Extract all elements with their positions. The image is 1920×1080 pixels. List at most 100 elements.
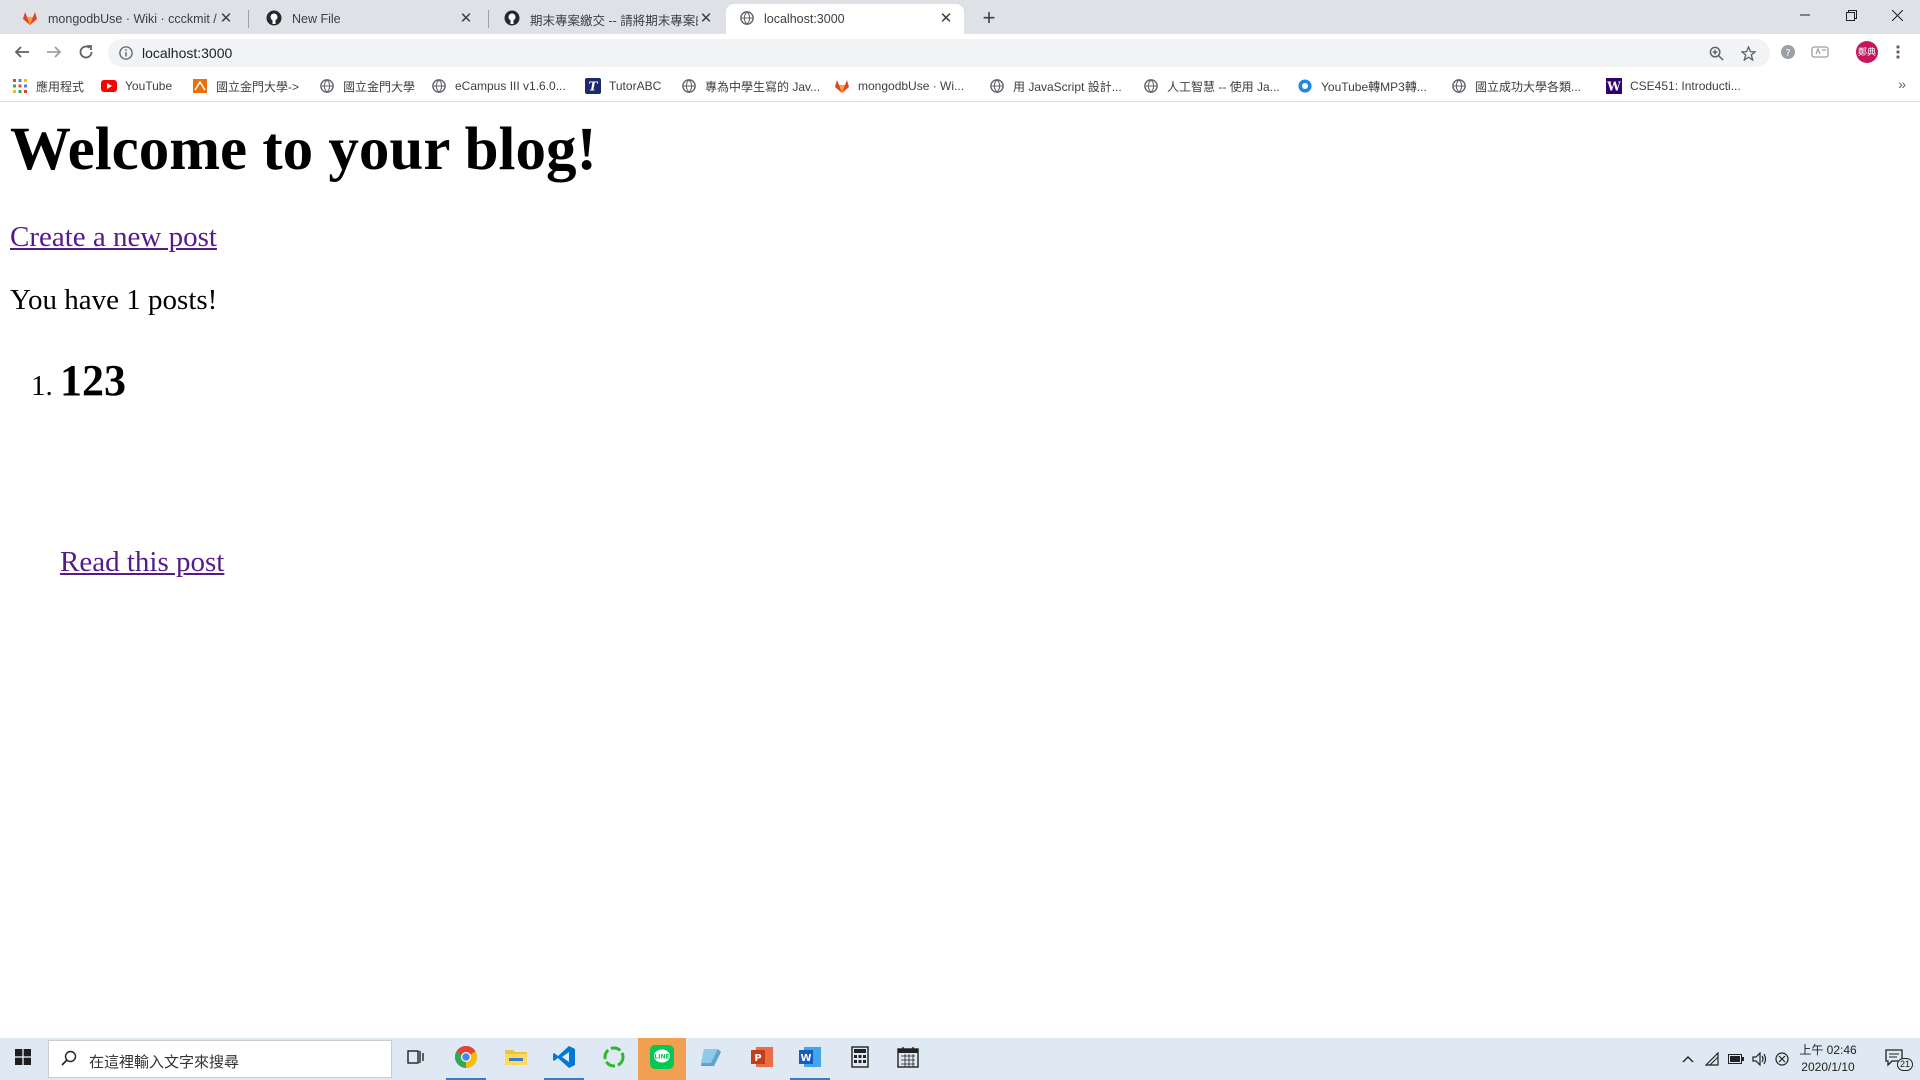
tab-new-file[interactable]: New File ✕ xyxy=(252,4,484,34)
taskbar-calculator[interactable] xyxy=(836,1038,884,1080)
bookmark-js-design[interactable]: 用 JavaScript 設計... xyxy=(989,76,1122,96)
system-clock[interactable]: 上午 02:46 2020/1/10 xyxy=(1792,1042,1864,1076)
globe-icon xyxy=(740,10,754,28)
bookmark-nqu-folder[interactable]: 國立金門大學-> xyxy=(192,76,299,96)
apps-icon xyxy=(12,78,28,94)
close-icon[interactable]: ✕ xyxy=(458,11,474,27)
calendar-icon xyxy=(897,1046,919,1073)
close-icon[interactable]: ✕ xyxy=(938,11,954,27)
reload-button[interactable] xyxy=(72,38,100,66)
menu-icon[interactable] xyxy=(1884,38,1912,66)
chrome-icon xyxy=(454,1045,478,1074)
post-number: 1. xyxy=(31,370,53,402)
volume-icon[interactable] xyxy=(1748,1038,1772,1080)
bookmark-youtube[interactable]: YouTube xyxy=(101,76,172,96)
youtube-icon xyxy=(101,78,117,94)
taskbar-line[interactable]: LINE xyxy=(638,1038,686,1080)
star-icon[interactable] xyxy=(1738,43,1758,63)
taskbar-calendar[interactable] xyxy=(884,1038,932,1080)
task-view-button[interactable] xyxy=(392,1038,440,1080)
taskbar-sync-app[interactable] xyxy=(590,1038,638,1080)
zoom-icon[interactable] xyxy=(1706,43,1726,63)
create-post-link[interactable]: Create a new post xyxy=(10,220,217,254)
taskbar-powerpoint[interactable]: P xyxy=(738,1038,786,1080)
address-bar[interactable]: localhost:3000 xyxy=(108,39,1770,67)
bookmark-nqu[interactable]: 國立金門大學 xyxy=(319,76,415,96)
svg-text:T: T xyxy=(589,80,599,94)
bookmark-label: YouTube轉MP3轉... xyxy=(1321,79,1427,94)
clock-time: 上午 02:46 xyxy=(1799,1043,1857,1057)
tray-expand-icon[interactable] xyxy=(1676,1038,1700,1080)
tab-mongodbuse[interactable]: mongodbUse · Wiki · ccckmit / ✕ xyxy=(8,4,244,34)
bookmark-label: mongodbUse · Wi... xyxy=(858,79,965,93)
ime-icon[interactable] xyxy=(1770,1038,1794,1080)
taskbar-word[interactable]: W xyxy=(786,1038,834,1080)
bookmark-label: TutorABC xyxy=(609,79,662,93)
taskbar-vscode[interactable] xyxy=(540,1038,588,1080)
browser-toolbar: localhost:3000 ? 鄭典 xyxy=(0,34,1920,70)
gitlab-icon xyxy=(834,78,850,94)
new-tab-button[interactable]: + xyxy=(976,6,1002,32)
bookmark-ncku[interactable]: 國立成功大學各類... xyxy=(1451,76,1581,96)
bookmark-mongodbuse[interactable]: mongodbUse · Wi... xyxy=(834,76,964,96)
tab-strip: mongodbUse · Wiki · ccckmit / ✕ New File… xyxy=(0,0,1920,34)
globe-icon xyxy=(431,78,447,94)
converter-icon xyxy=(1297,78,1313,94)
close-icon[interactable]: ✕ xyxy=(698,11,714,27)
windows-icon xyxy=(15,1048,31,1070)
bookmark-folder-icon xyxy=(192,78,208,94)
gitlab-icon xyxy=(22,10,38,29)
bookmarks-bar: 應用程式 YouTube 國立金門大學-> 國立金門大學 eCampus III… xyxy=(0,70,1920,102)
folder-icon xyxy=(504,1047,528,1072)
more-bookmarks-icon[interactable]: » xyxy=(1898,76,1906,92)
vscode-icon xyxy=(552,1045,576,1074)
notepad-icon xyxy=(700,1046,724,1073)
bookmark-js-book[interactable]: 專為中學生寫的 Jav... xyxy=(681,76,820,96)
avatar[interactable]: 鄭典 xyxy=(1856,41,1878,63)
read-post-link[interactable]: Read this post xyxy=(60,545,224,579)
notification-button[interactable]: 21 xyxy=(1876,1038,1916,1080)
bookmark-label: 用 JavaScript 設計... xyxy=(1013,79,1122,94)
notification-count-badge: 21 xyxy=(1896,1058,1913,1071)
taskbar-file-explorer[interactable] xyxy=(492,1038,540,1080)
bookmark-cse451[interactable]: W CSE451: Introducti... xyxy=(1606,76,1741,96)
minimize-button[interactable] xyxy=(1782,0,1828,30)
extension-icon[interactable]: ? xyxy=(1774,38,1802,66)
taskbar-search-input[interactable]: 在這裡輸入文字來搜尋 xyxy=(48,1040,392,1078)
notification-icon: 21 xyxy=(1885,1049,1913,1071)
svg-text:W: W xyxy=(1606,80,1621,94)
line-icon: LINE xyxy=(650,1044,674,1074)
powerpoint-icon: P xyxy=(750,1045,774,1074)
globe-icon xyxy=(319,78,335,94)
taskbar-chrome[interactable] xyxy=(442,1038,490,1080)
svg-text:?: ? xyxy=(1785,48,1790,59)
forward-button[interactable] xyxy=(40,38,68,66)
bookmark-apps[interactable]: 應用程式 xyxy=(12,76,84,96)
restore-button[interactable] xyxy=(1828,0,1874,30)
bookmark-ai[interactable]: 人工智慧 -- 使用 Ja... xyxy=(1143,76,1280,96)
info-icon[interactable] xyxy=(116,43,136,63)
back-button[interactable] xyxy=(8,38,36,66)
start-button[interactable] xyxy=(0,1038,46,1080)
close-icon[interactable]: ✕ xyxy=(218,11,234,27)
tab-title: 期末專案繳交 -- 請將期末專案的 xyxy=(530,13,698,28)
tutorabc-icon: T xyxy=(585,78,601,94)
bookmark-tutorabc[interactable]: T TutorABC xyxy=(585,76,661,96)
close-window-button[interactable] xyxy=(1874,0,1920,30)
tab-localhost[interactable]: localhost:3000 ✕ xyxy=(726,4,964,34)
url-text: localhost:3000 xyxy=(142,45,233,61)
page-title: Welcome to your blog! xyxy=(10,116,597,183)
tab-title: New File xyxy=(292,12,341,26)
network-icon[interactable] xyxy=(1700,1038,1724,1080)
clock-date: 2020/1/10 xyxy=(1801,1060,1855,1074)
bookmark-label: YouTube xyxy=(125,79,173,93)
tab-final-project[interactable]: 期末專案繳交 -- 請將期末專案的 ✕ xyxy=(490,4,724,34)
translate-icon[interactable] xyxy=(1806,38,1834,66)
bookmark-label: 國立金門大學-> xyxy=(216,79,300,94)
bookmark-ecampus[interactable]: eCampus III v1.6.0... xyxy=(431,76,566,96)
bookmark-yt-mp3[interactable]: YouTube轉MP3轉... xyxy=(1297,76,1427,96)
bookmark-label: 應用程式 xyxy=(36,79,85,94)
taskbar-notepad[interactable] xyxy=(688,1038,736,1080)
battery-icon[interactable] xyxy=(1724,1038,1748,1080)
word-icon: W xyxy=(798,1045,822,1074)
